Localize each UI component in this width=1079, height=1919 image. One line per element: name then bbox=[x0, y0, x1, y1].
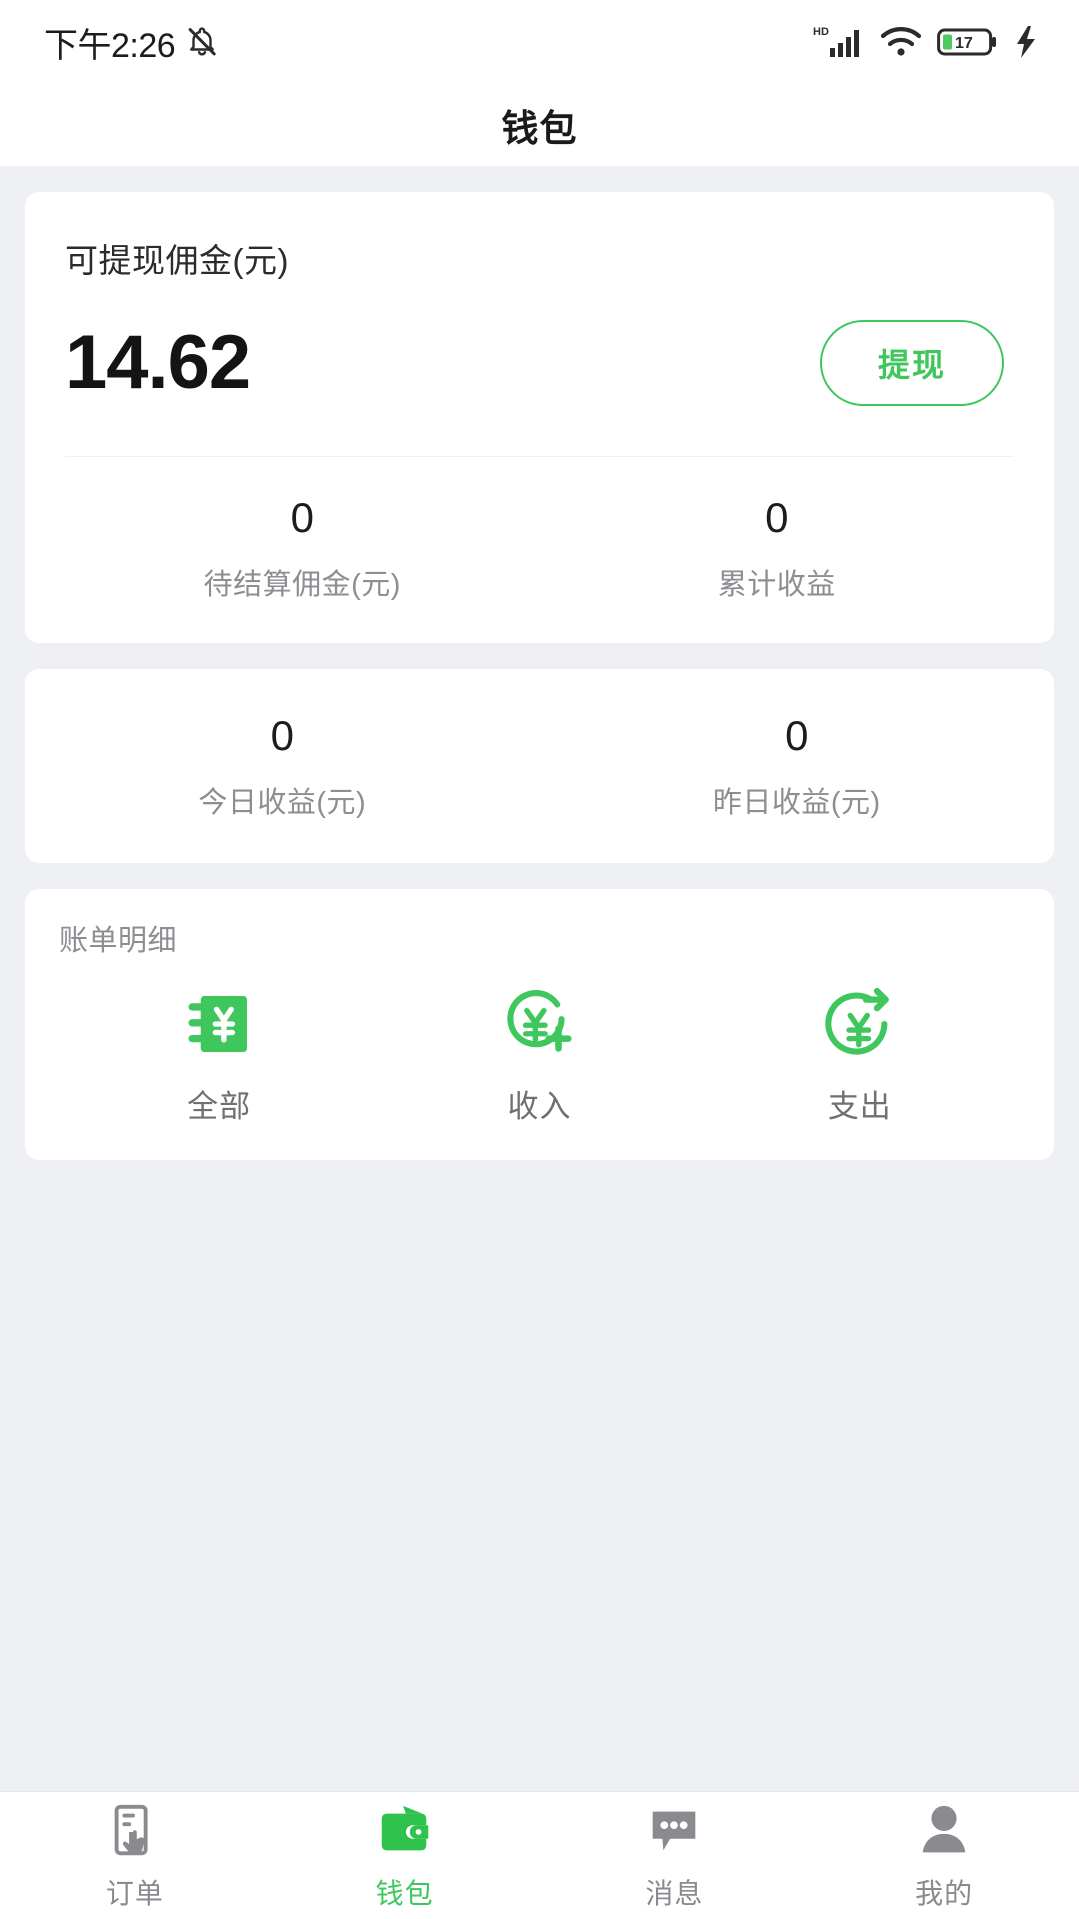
balance-stats-row: 0 待结算佣金(元) 0 累计收益 bbox=[65, 457, 1014, 643]
stat-value: 0 bbox=[785, 712, 809, 760]
phone-tap-icon bbox=[104, 1800, 166, 1862]
battery-icon: 17 bbox=[937, 25, 999, 59]
stat-label: 累计收益 bbox=[717, 569, 836, 602]
stat-value: 0 bbox=[270, 712, 294, 760]
nav-label: 订单 bbox=[105, 1877, 164, 1909]
stat-label: 今日收益(元) bbox=[198, 787, 367, 820]
hd-label: HD bbox=[813, 26, 829, 38]
bill-action-label: 全部 bbox=[187, 1089, 252, 1125]
balance-label: 可提现佣金(元) bbox=[65, 242, 289, 279]
nav-item-orders[interactable]: 订单 bbox=[0, 1792, 270, 1919]
stat-yesterday-earnings: 0 昨日收益(元) bbox=[540, 677, 1055, 859]
wallet-icon bbox=[374, 1800, 436, 1862]
status-bar-right: HD 17 bbox=[813, 24, 1039, 60]
charging-bolt-icon bbox=[1013, 24, 1039, 60]
stat-value: 0 bbox=[290, 494, 314, 541]
bill-details-title: 账单明细 bbox=[59, 925, 178, 958]
earnings-card: 0 今日收益(元) 0 昨日收益(元) bbox=[25, 669, 1054, 864]
bill-filter-income[interactable]: 收入 bbox=[379, 985, 699, 1126]
bill-filter-expense[interactable]: 支出 bbox=[700, 985, 1020, 1126]
bill-action-label: 收入 bbox=[507, 1089, 572, 1125]
status-bar-left: 下午2:26 bbox=[44, 18, 219, 67]
stat-pending-commission: 0 待结算佣金(元) bbox=[65, 457, 540, 643]
stat-label: 昨日收益(元) bbox=[712, 787, 881, 820]
stat-label: 待结算佣金(元) bbox=[203, 569, 401, 602]
withdraw-button[interactable]: 提现 bbox=[819, 320, 1004, 406]
bill-actions-row: 全部 收入 支出 bbox=[59, 985, 1020, 1126]
wifi-icon bbox=[879, 25, 923, 59]
nav-label: 钱包 bbox=[375, 1877, 434, 1909]
bottom-navigation: 订单 钱包 消息 我的 bbox=[0, 1791, 1079, 1919]
nav-item-profile[interactable]: 我的 bbox=[809, 1792, 1079, 1919]
balance-card: 可提现佣金(元) 14.62 提现 0 待结算佣金(元) 0 累计收益 bbox=[25, 192, 1054, 644]
page-title: 钱包 bbox=[501, 108, 578, 149]
balance-row: 14.62 提现 bbox=[65, 320, 1014, 406]
bill-action-label: 支出 bbox=[827, 1089, 892, 1125]
nav-label: 消息 bbox=[645, 1877, 704, 1909]
bill-details-card: 账单明细 全部 收入 支出 bbox=[25, 889, 1054, 1161]
yuan-circle-plus-icon bbox=[500, 985, 578, 1063]
earnings-stats-row: 0 今日收益(元) 0 昨日收益(元) bbox=[25, 677, 1054, 859]
signal-bars-icon: HD bbox=[813, 24, 865, 60]
battery-level-label: 17 bbox=[955, 35, 973, 52]
balance-amount: 14.62 bbox=[65, 320, 251, 405]
bill-filter-all[interactable]: 全部 bbox=[59, 985, 379, 1126]
stat-total-earnings: 0 累计收益 bbox=[540, 457, 1015, 643]
person-icon bbox=[913, 1800, 975, 1862]
status-bar: 下午2:26 HD 17 bbox=[0, 0, 1079, 84]
stat-value: 0 bbox=[765, 494, 789, 541]
status-time: 下午2:26 bbox=[44, 26, 176, 65]
yuan-circle-arrow-out-icon bbox=[821, 985, 899, 1063]
stat-today-earnings: 0 今日收益(元) bbox=[25, 677, 540, 859]
ledger-yuan-icon bbox=[180, 985, 258, 1063]
chat-bubble-icon bbox=[643, 1800, 705, 1862]
page-header: 钱包 bbox=[0, 84, 1079, 166]
nav-item-messages[interactable]: 消息 bbox=[540, 1792, 810, 1919]
nav-label: 我的 bbox=[915, 1877, 974, 1909]
bell-muted-icon bbox=[185, 25, 219, 59]
page-content: 可提现佣金(元) 14.62 提现 0 待结算佣金(元) 0 累计收益 0 今日… bbox=[0, 166, 1079, 1919]
nav-item-wallet[interactable]: 钱包 bbox=[270, 1792, 540, 1919]
